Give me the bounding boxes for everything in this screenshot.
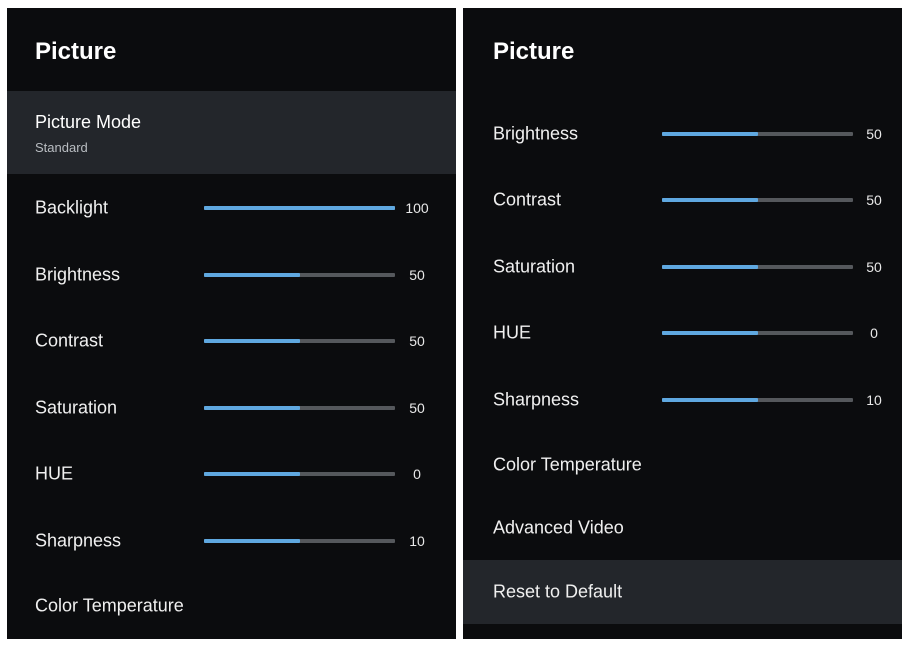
slider-fill	[204, 339, 300, 343]
menu-item-label: Reset to Default	[493, 581, 623, 602]
setting-label: Brightness	[493, 123, 579, 144]
setting-row-contrast[interactable]: Contrast 50	[463, 168, 902, 232]
brightness-slider[interactable]	[662, 132, 853, 136]
setting-value: 50	[409, 400, 425, 416]
menu-item-color-temperature[interactable]: Color Temperature	[7, 574, 456, 638]
setting-label: Contrast	[493, 189, 562, 210]
menu-item-picture-mode[interactable]: Picture Mode Standard	[7, 91, 456, 174]
setting-value: 100	[405, 200, 429, 216]
menu-item-label: Advanced Video	[493, 517, 624, 538]
setting-value: 10	[866, 392, 882, 408]
setting-row-backlight[interactable]: Backlight 100	[7, 176, 456, 240]
setting-value: 50	[866, 126, 882, 142]
setting-row-saturation[interactable]: Saturation 50	[7, 376, 456, 440]
slider-fill	[204, 472, 300, 476]
setting-value: 10	[409, 533, 425, 549]
setting-row-hue[interactable]: HUE 0	[7, 442, 456, 506]
setting-label: HUE	[35, 463, 74, 484]
setting-row-hue[interactable]: HUE 0	[463, 301, 902, 365]
page-title: Picture	[35, 38, 117, 65]
picture-settings-panel-right: Picture Brightness 50 Contrast 50 Satura…	[463, 8, 902, 639]
saturation-slider[interactable]	[662, 265, 853, 269]
menu-item-advanced-video[interactable]: Advanced Video	[463, 496, 902, 560]
menu-item-color-temperature[interactable]: Color Temperature	[463, 433, 902, 497]
menu-item-reset-to-default[interactable]: Reset to Default	[463, 560, 902, 624]
setting-label: Backlight	[35, 197, 109, 218]
brightness-slider[interactable]	[204, 273, 395, 277]
contrast-slider[interactable]	[662, 198, 853, 202]
saturation-slider[interactable]	[204, 406, 395, 410]
picture-mode-label: Picture Mode	[35, 112, 142, 132]
menu-item-label: Color Temperature	[493, 454, 642, 475]
setting-row-sharpness[interactable]: Sharpness 10	[7, 509, 456, 573]
sharpness-slider[interactable]	[204, 539, 395, 543]
setting-row-brightness[interactable]: Brightness 50	[463, 102, 902, 166]
picture-settings-panel-left: Picture Picture Mode Standard Backlight …	[7, 8, 456, 639]
setting-value: 50	[866, 259, 882, 275]
setting-value: 50	[866, 192, 882, 208]
page-title: Picture	[493, 38, 575, 65]
contrast-slider[interactable]	[204, 339, 395, 343]
slider-fill	[204, 406, 300, 410]
setting-label: Saturation	[35, 397, 118, 418]
setting-value: 0	[870, 325, 878, 341]
setting-label: Sharpness	[35, 530, 122, 551]
setting-value: 0	[413, 466, 421, 482]
setting-label: HUE	[493, 322, 532, 343]
hue-slider[interactable]	[204, 472, 395, 476]
setting-label: Brightness	[35, 264, 121, 285]
slider-fill	[662, 331, 758, 335]
slider-fill	[662, 398, 758, 402]
setting-value: 50	[409, 333, 425, 349]
slider-fill	[204, 539, 300, 543]
setting-row-saturation[interactable]: Saturation 50	[463, 235, 902, 299]
setting-row-contrast[interactable]: Contrast 50	[7, 309, 456, 373]
setting-label: Sharpness	[493, 389, 580, 410]
setting-value: 50	[409, 267, 425, 283]
slider-fill	[204, 206, 395, 210]
slider-fill	[204, 273, 300, 277]
picture-mode-value: Standard	[35, 140, 88, 155]
setting-row-brightness[interactable]: Brightness 50	[7, 243, 456, 307]
sharpness-slider[interactable]	[662, 398, 853, 402]
hue-slider[interactable]	[662, 331, 853, 335]
slider-fill	[662, 198, 758, 202]
menu-item-label: Color Temperature	[35, 595, 184, 616]
backlight-slider[interactable]	[204, 206, 395, 210]
setting-row-sharpness[interactable]: Sharpness 10	[463, 368, 902, 432]
slider-fill	[662, 132, 758, 136]
setting-label: Saturation	[493, 256, 576, 277]
slider-fill	[662, 265, 758, 269]
setting-label: Contrast	[35, 330, 104, 351]
